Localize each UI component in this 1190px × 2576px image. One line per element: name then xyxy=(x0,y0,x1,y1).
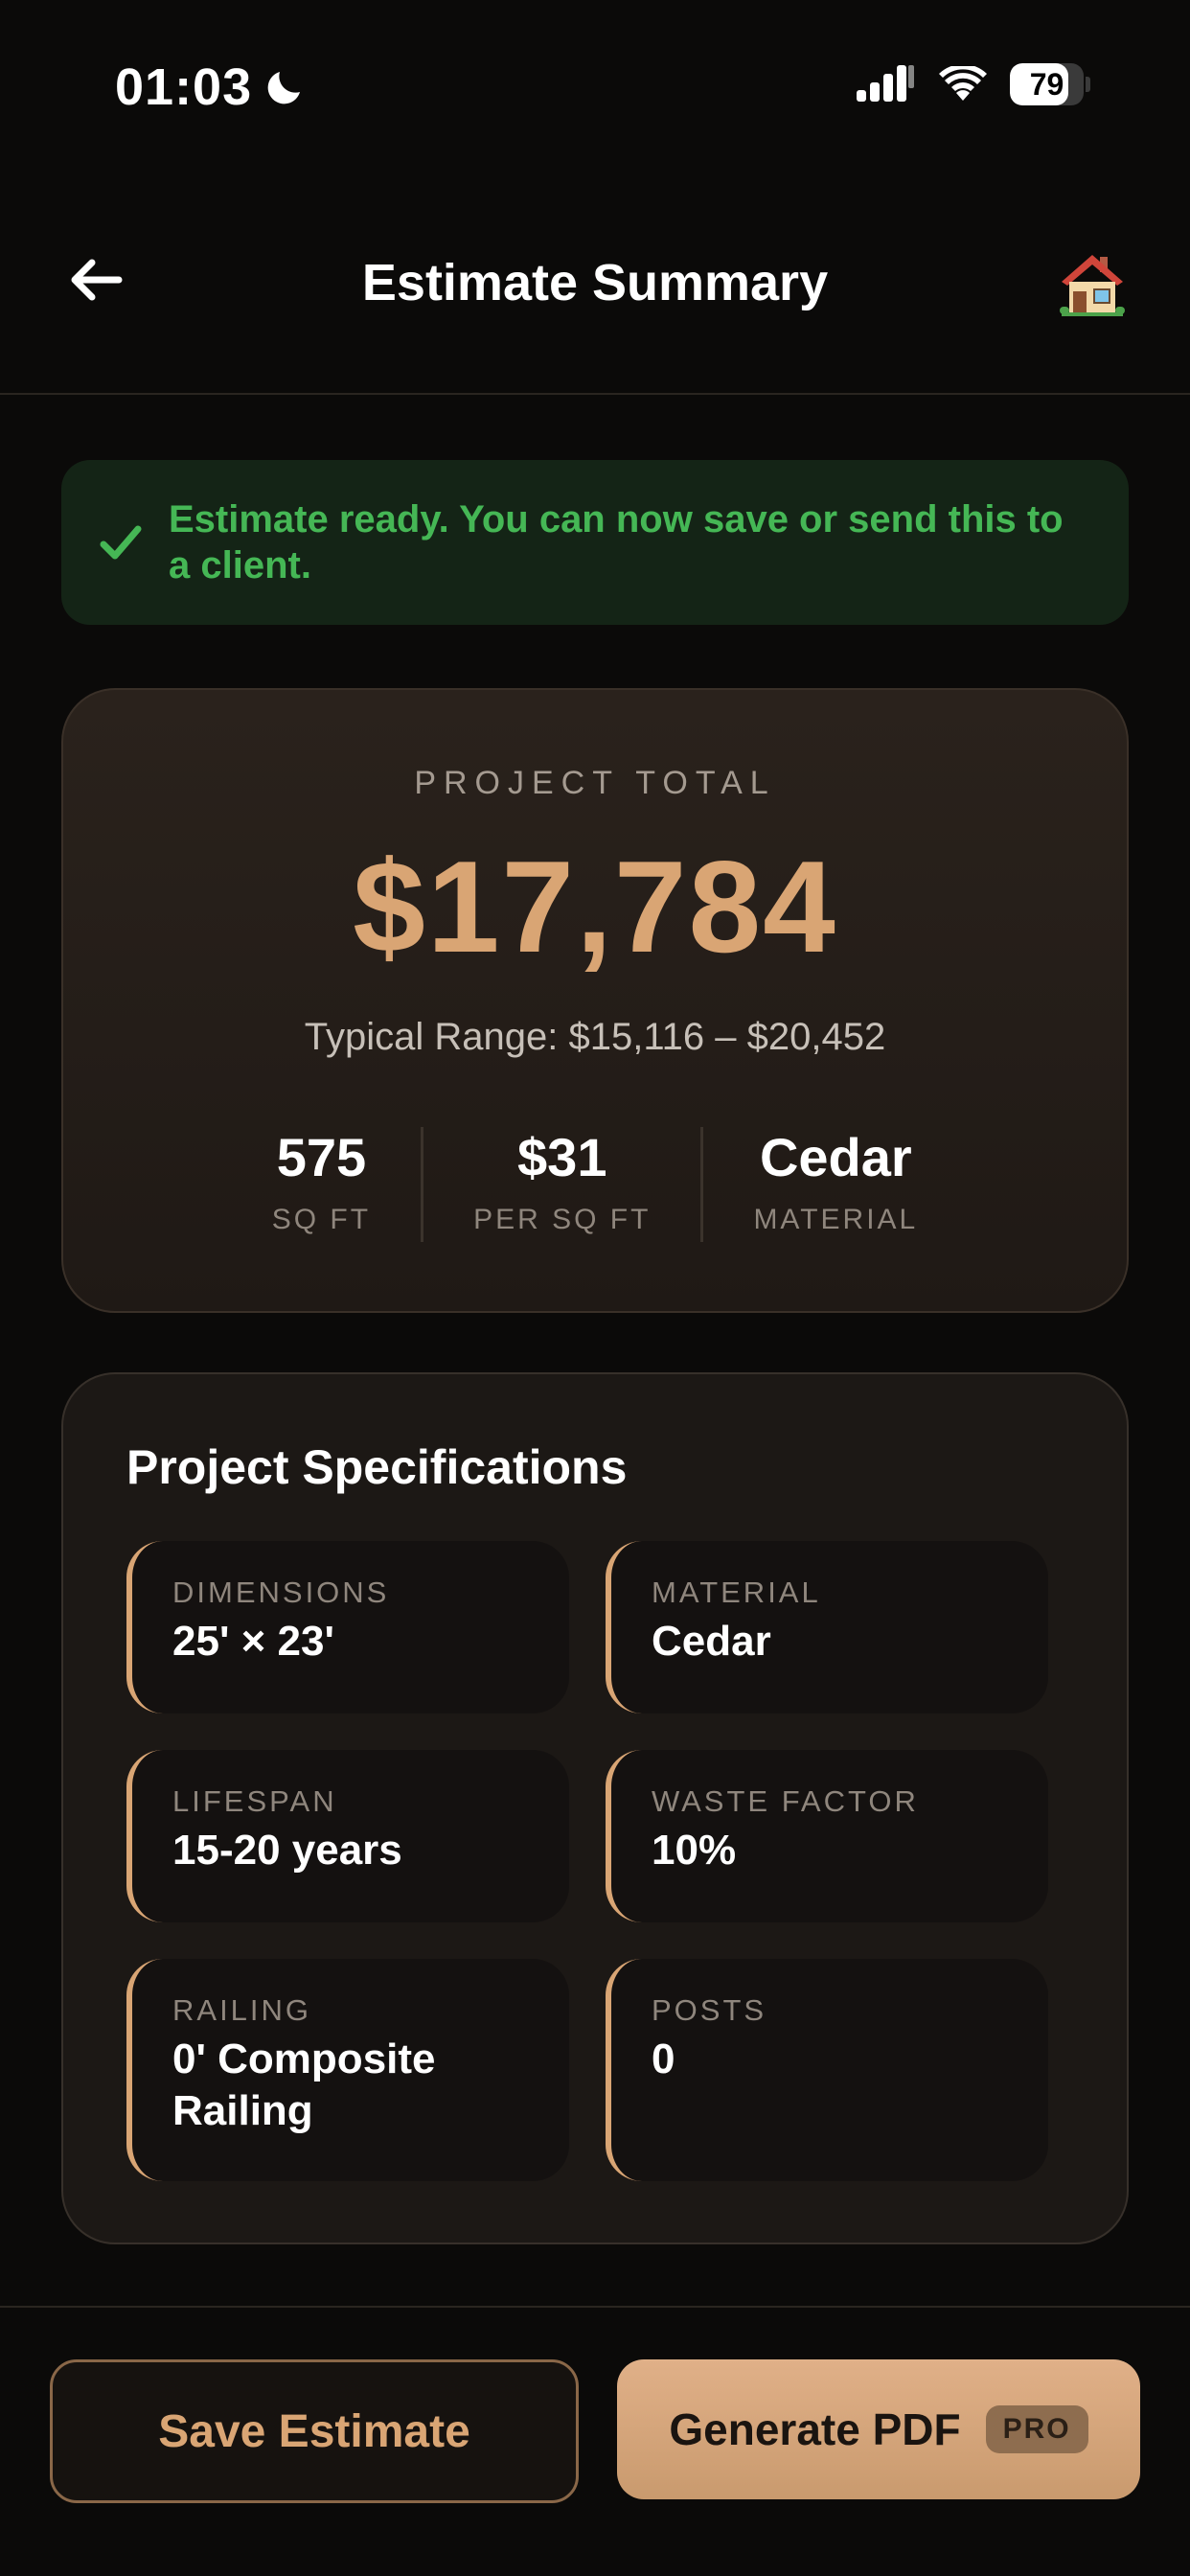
spec-label: DIMENSIONS xyxy=(172,1576,390,1609)
save-estimate-button[interactable]: Save Estimate xyxy=(50,2359,579,2503)
project-total-card: PROJECT TOTAL $17,784 Typical Range: $15… xyxy=(61,688,1129,1313)
spec-value: Cedar xyxy=(652,1618,771,1665)
check-icon xyxy=(100,525,142,560)
footer-actions: Save Estimate Generate PDF PRO xyxy=(0,2306,1190,2576)
success-banner: Estimate ready. You can now save or send… xyxy=(61,460,1129,625)
moon-icon xyxy=(267,72,301,104)
status-bar: 01:03 79 xyxy=(0,0,1190,172)
spec-label: POSTS xyxy=(652,1993,767,2027)
spec-value: 25' × 23' xyxy=(172,1618,334,1665)
generate-pdf-button[interactable]: Generate PDF PRO xyxy=(617,2359,1140,2499)
cellular-signal-icon xyxy=(857,65,914,102)
typical-range: Typical Range: $15,116 – $20,452 xyxy=(304,1016,886,1058)
generate-pdf-label: Generate PDF xyxy=(669,2404,961,2454)
spec-dimensions: DIMENSIONS 25' × 23' xyxy=(126,1541,569,1714)
spec-label: RAILING xyxy=(172,1993,312,2027)
banner-message: Estimate ready. You can now save or send… xyxy=(169,498,1064,586)
section-title: Project Specifications xyxy=(126,1440,628,1494)
spec-value: 0 xyxy=(652,2036,675,2082)
stat-label: PER SQ FT xyxy=(473,1204,652,1235)
nav-bar: Estimate Summary xyxy=(0,230,1190,395)
wifi-icon xyxy=(939,66,987,101)
spec-waste-factor: WASTE FACTOR 10% xyxy=(606,1750,1048,1922)
battery-percent: 79 xyxy=(1029,66,1064,102)
stat-value: 575 xyxy=(276,1127,367,1187)
spec-value: 10% xyxy=(652,1827,737,1874)
page-title: Estimate Summary xyxy=(361,254,829,311)
time-text: 01:03 xyxy=(115,58,253,116)
total-label: PROJECT TOTAL xyxy=(414,765,776,801)
status-time: 01:03 xyxy=(115,58,308,117)
house-icon[interactable] xyxy=(1058,249,1127,318)
spec-railing: RAILING 0' Composite Railing xyxy=(126,1959,569,2181)
total-stats: 575 SQ FT $31 PER SQ FT Cedar MATERIAL xyxy=(63,1127,1127,1242)
spec-label: LIFESPAN xyxy=(172,1784,337,1818)
status-indicators: 79 xyxy=(857,63,1090,105)
spec-label: MATERIAL xyxy=(652,1576,821,1609)
spec-material: MATERIAL Cedar xyxy=(606,1541,1048,1714)
spec-value: 0' Composite Railing xyxy=(172,2036,436,2134)
save-estimate-label: Save Estimate xyxy=(158,2405,470,2457)
battery-indicator: 79 xyxy=(1010,63,1090,105)
stat-material: Cedar MATERIAL xyxy=(700,1127,968,1242)
stat-value: Cedar xyxy=(759,1127,912,1187)
stat-sq-ft: 575 SQ FT xyxy=(222,1127,421,1242)
pro-badge: PRO xyxy=(985,2405,1088,2453)
stat-label: MATERIAL xyxy=(753,1204,919,1235)
spec-value: 15-20 years xyxy=(172,1827,402,1874)
spec-posts: POSTS 0 xyxy=(606,1959,1048,2181)
spec-lifespan: LIFESPAN 15-20 years xyxy=(126,1750,569,1922)
total-amount: $17,784 xyxy=(353,834,837,979)
spec-label: WASTE FACTOR xyxy=(652,1784,919,1818)
project-specifications-card: Project Specifications DIMENSIONS 25' × … xyxy=(61,1372,1129,2244)
stat-per-sq-ft: $31 PER SQ FT xyxy=(421,1127,700,1242)
stat-value: $31 xyxy=(517,1127,607,1187)
stat-label: SQ FT xyxy=(271,1204,372,1235)
